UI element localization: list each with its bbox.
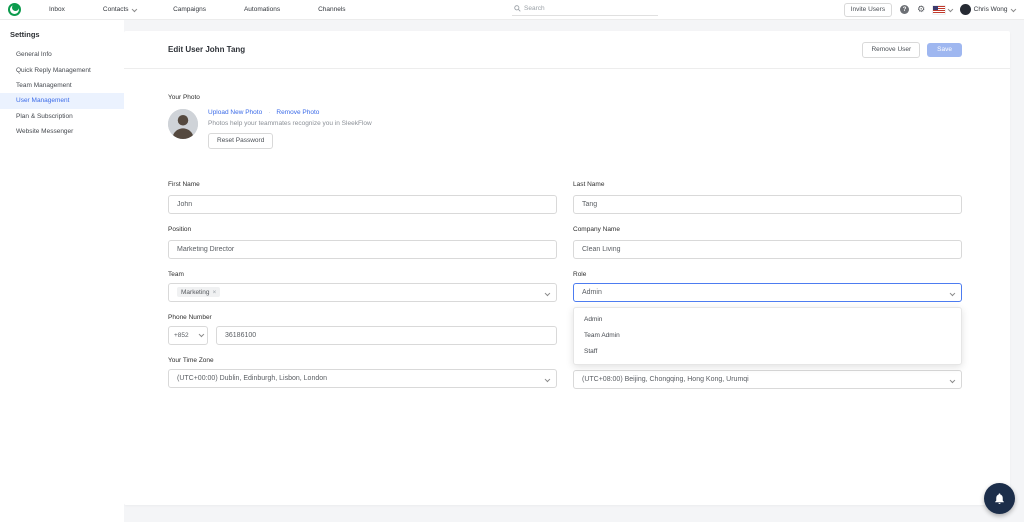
team-label: Team	[168, 270, 184, 278]
role-option-admin[interactable]: Admin	[574, 312, 961, 328]
us-flag-icon	[933, 5, 946, 14]
role-option-staff[interactable]: Staff	[574, 344, 961, 360]
timezone-field: Your Time Zone (UTC+00:00) Dublin, Edinb…	[168, 357, 557, 390]
chevron-down-icon	[544, 290, 550, 296]
role-option-team-admin[interactable]: Team Admin	[574, 328, 961, 344]
country-code-select[interactable]: +852	[168, 325, 208, 345]
header-actions: Remove User Save	[862, 41, 962, 58]
page-title: Edit User John Tang	[168, 45, 246, 54]
nav-item-contacts[interactable]: Contacts	[103, 6, 137, 13]
role-select[interactable]: Admin	[573, 282, 962, 302]
nav-item-inbox[interactable]: Inbox	[49, 6, 65, 13]
company-name-input[interactable]	[573, 239, 962, 259]
user-menu[interactable]: Chris Wong	[959, 4, 1016, 15]
last-name-field: Last Name	[573, 181, 962, 214]
link-separator: ·	[268, 109, 271, 116]
company-name-label: Company Name	[573, 225, 620, 233]
sidebar-title: Settings	[10, 30, 40, 39]
help-icon[interactable]: ?	[900, 5, 910, 14]
sidebar-item-user-management[interactable]: User Management	[0, 93, 124, 109]
sidebar-item-quick-reply-management[interactable]: Quick Reply Management	[0, 62, 124, 77]
edit-user-card: Edit User John Tang Remove User Save You…	[124, 31, 1010, 505]
chevron-down-icon	[949, 290, 955, 296]
position-label: Position	[168, 225, 192, 233]
search-input[interactable]	[524, 5, 644, 12]
timezone-selected-value: (UTC+00:00) Dublin, Edinburgh, Lisbon, L…	[177, 374, 328, 382]
language-selector[interactable]	[933, 5, 954, 14]
first-name-label: First Name	[168, 180, 200, 188]
your-photo-label: Your Photo	[168, 94, 200, 101]
remove-tag-icon[interactable]: ×	[213, 289, 217, 296]
chevron-down-icon	[131, 6, 137, 12]
position-input[interactable]	[168, 239, 557, 259]
timezone-label: Your Time Zone	[168, 356, 214, 364]
profile-photo	[168, 109, 198, 139]
top-navbar: Inbox Contacts Campaigns Automations Cha…	[0, 0, 1024, 20]
sidebar-list: General Info Quick Reply Management Team…	[0, 47, 124, 139]
nav-item-automations[interactable]: Automations	[244, 6, 280, 13]
save-button[interactable]: Save	[927, 42, 962, 57]
upload-new-photo-link[interactable]: Upload New Photo	[208, 109, 262, 116]
chevron-down-icon	[949, 377, 955, 383]
gear-icon[interactable]: ⚙	[917, 5, 925, 14]
company-name-field: Company Name	[573, 226, 962, 259]
phone-number-input[interactable]	[216, 325, 557, 345]
main-content: Edit User John Tang Remove User Save You…	[124, 20, 1024, 522]
role-field: Role Admin Admin Team Admin Staff	[573, 270, 962, 365]
photo-actions: Upload New Photo · Remove Photo Photos h…	[208, 109, 372, 149]
notifications-fab[interactable]	[984, 483, 1015, 514]
first-name-field: First Name	[168, 181, 557, 214]
navbar-right: Invite Users ? ⚙ Chris Wong	[843, 2, 1024, 17]
search-icon	[514, 5, 521, 12]
team-tag-label: Marketing	[181, 288, 210, 296]
user-name: Chris Wong	[973, 6, 1008, 13]
sleekflow-logo-icon[interactable]	[8, 3, 21, 16]
chevron-down-icon	[544, 376, 550, 382]
invite-users-button[interactable]: Invite Users	[843, 2, 893, 17]
user-avatar	[959, 4, 971, 15]
role-dropdown: Admin Team Admin Staff	[573, 306, 962, 365]
remove-photo-link[interactable]: Remove Photo	[276, 109, 319, 116]
last-name-input[interactable]	[573, 194, 962, 214]
sidebar-item-general-info[interactable]: General Info	[0, 47, 124, 62]
card-body: Your Photo Upload New Photo · Remove Pho…	[124, 94, 1010, 401]
team-select[interactable]: Marketing ×	[168, 282, 557, 302]
chevron-down-icon	[1010, 6, 1016, 12]
last-name-label: Last Name	[573, 180, 605, 188]
team-field: Team Marketing ×	[168, 271, 557, 302]
role-selected-value: Admin	[582, 288, 602, 296]
first-name-input[interactable]	[168, 194, 557, 214]
phone-row: +852	[168, 325, 557, 345]
chevron-down-icon	[198, 331, 204, 337]
photo-hint: Photos help your teammates recognize you…	[208, 119, 372, 127]
photo-section: Upload New Photo · Remove Photo Photos h…	[168, 109, 962, 149]
person-photo-placeholder	[168, 109, 198, 139]
timezone-secondary-select[interactable]: (UTC+08:00) Beijing, Chongqing, Hong Kon…	[573, 370, 962, 389]
search-bar	[512, 3, 658, 16]
sidebar-item-website-messenger[interactable]: Website Messenger	[0, 124, 124, 139]
main-nav: Inbox Contacts Campaigns Automations Cha…	[49, 6, 346, 13]
nav-item-campaigns[interactable]: Campaigns	[173, 6, 206, 13]
card-header: Edit User John Tang Remove User Save	[124, 31, 1010, 69]
nav-item-channels[interactable]: Channels	[318, 6, 345, 13]
timezone-secondary-value: (UTC+08:00) Beijing, Chongqing, Hong Kon…	[582, 376, 749, 383]
phone-number-label: Phone Number	[168, 313, 212, 321]
position-field: Position	[168, 226, 557, 259]
role-label: Role	[573, 270, 587, 278]
team-tag: Marketing ×	[177, 287, 221, 297]
country-code-value: +852	[174, 331, 189, 339]
user-form: First Name Last Name Position Company Na…	[168, 181, 962, 402]
reset-password-button[interactable]: Reset Password	[208, 132, 274, 149]
settings-sidebar: Settings General Info Quick Reply Manage…	[0, 20, 124, 522]
remove-user-button[interactable]: Remove User	[862, 41, 921, 58]
bell-icon	[995, 493, 1004, 504]
sidebar-item-team-management[interactable]: Team Management	[0, 78, 124, 93]
phone-number-field: Phone Number +852	[168, 314, 557, 345]
chevron-down-icon	[948, 6, 954, 12]
photo-links: Upload New Photo · Remove Photo	[208, 109, 372, 116]
sidebar-item-plan-subscription[interactable]: Plan & Subscription	[0, 109, 124, 124]
timezone-select[interactable]: (UTC+00:00) Dublin, Edinburgh, Lisbon, L…	[168, 368, 557, 388]
